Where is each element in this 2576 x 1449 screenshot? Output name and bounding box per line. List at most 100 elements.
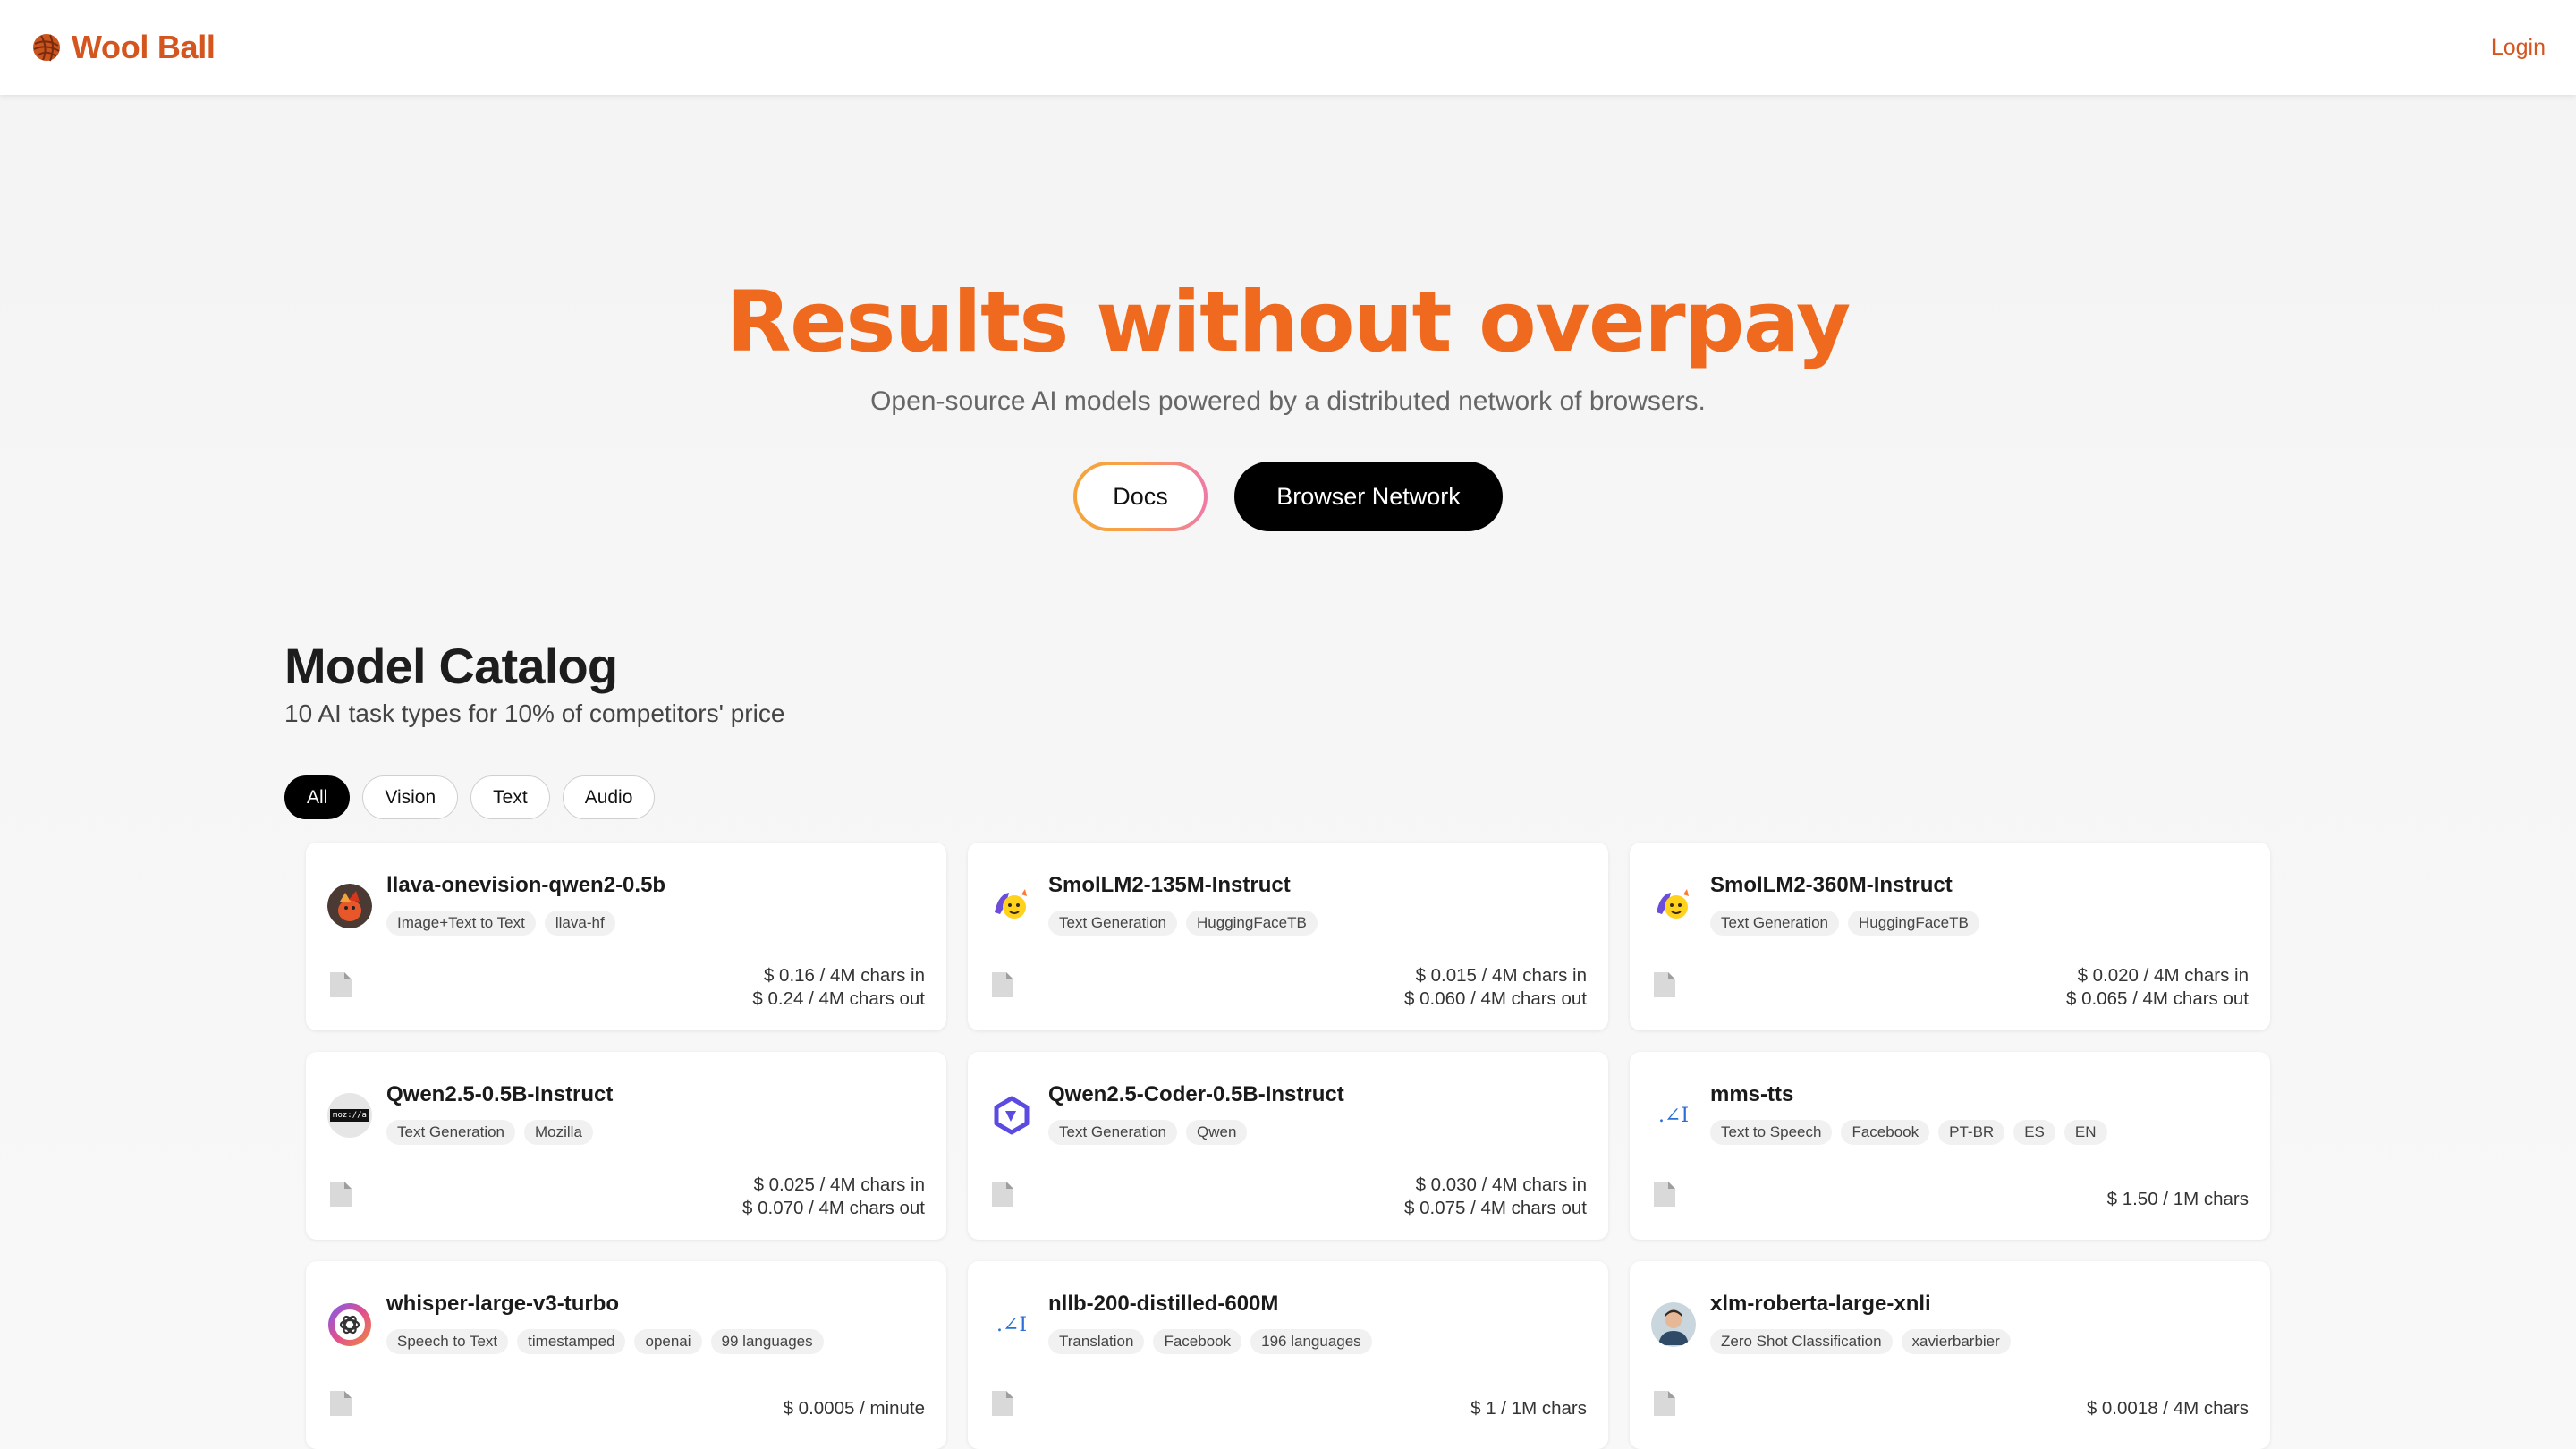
model-name: Qwen2.5-0.5B-Instruct <box>386 1082 614 1106</box>
price-line: $ 0.030 / 4M chars in <box>1415 1174 1587 1195</box>
brand-link[interactable]: Wool Ball <box>30 29 216 66</box>
price-line: $ 1 / 1M chars <box>1470 1398 1587 1419</box>
login-link[interactable]: Login <box>2491 35 2546 61</box>
model-price: $ 0.0018 / 4M chars <box>2087 1397 2249 1420</box>
document-icon[interactable] <box>1653 1390 1676 1417</box>
price-line: $ 1.50 / 1M chars <box>2106 1189 2249 1209</box>
document-icon[interactable] <box>991 971 1014 998</box>
document-icon[interactable] <box>991 1181 1014 1208</box>
price-line: $ 0.065 / 4M chars out <box>2066 988 2249 1009</box>
model-tag: EN <box>2063 1120 2107 1145</box>
filter-vision[interactable]: Vision <box>362 775 459 819</box>
filter-audio[interactable]: Audio <box>562 775 656 819</box>
model-grid: llava-onevision-qwen2-0.5b Image+Text to… <box>306 843 2270 1449</box>
model-price: $ 0.0005 / minute <box>784 1397 925 1420</box>
model-tag: HuggingFaceTB <box>1848 911 1979 936</box>
model-card[interactable]: .∠I nllb-200-distilled-600M Translation … <box>968 1261 1608 1449</box>
price-line: $ 0.24 / 4M chars out <box>752 988 925 1009</box>
price-line: $ 0.16 / 4M chars in <box>763 965 925 986</box>
docs-button[interactable]: Docs <box>1073 462 1208 531</box>
model-tag: HuggingFaceTB <box>1186 911 1318 936</box>
model-card[interactable]: SmolLM2-360M-Instruct Text Generation Hu… <box>1630 843 2270 1030</box>
model-price: $ 0.030 / 4M chars in $ 0.075 / 4M chars… <box>1404 1174 1587 1220</box>
model-name: nllb-200-distilled-600M <box>1048 1292 1279 1316</box>
document-icon[interactable] <box>329 971 352 998</box>
hero-title: Results without overpay <box>726 274 1851 371</box>
mozilla-avatar-icon: moz://a <box>327 1093 372 1138</box>
model-tag: Mozilla <box>524 1120 593 1145</box>
model-tag: Qwen <box>1186 1120 1248 1145</box>
price-line: $ 0.015 / 4M chars in <box>1415 965 1587 986</box>
model-tags: Text Generation HuggingFaceTB <box>1710 911 1979 936</box>
docs-button-label: Docs <box>1077 465 1204 528</box>
model-tag: Facebook <box>1153 1329 1242 1354</box>
model-tag: xavierbarbier <box>1901 1329 2011 1354</box>
qwen-avatar-icon <box>989 1093 1034 1138</box>
price-line: $ 0.070 / 4M chars out <box>742 1198 925 1218</box>
llava-avatar-icon <box>327 884 372 928</box>
browser-network-button[interactable]: Browser Network <box>1234 462 1503 531</box>
person-avatar-icon <box>1651 1302 1696 1347</box>
model-card[interactable]: xlm-roberta-large-xnli Zero Shot Classif… <box>1630 1261 2270 1449</box>
huggingface-avatar-icon <box>989 884 1034 928</box>
catalog-subtitle: 10 AI task types for 10% of competitors'… <box>284 699 785 727</box>
price-line: $ 0.020 / 4M chars in <box>2077 965 2249 986</box>
hero-subtitle: Open-source AI models powered by a distr… <box>870 386 1706 416</box>
filter-text[interactable]: Text <box>470 775 550 819</box>
model-card[interactable]: llava-onevision-qwen2-0.5b Image+Text to… <box>306 843 946 1030</box>
brand-name: Wool Ball <box>72 29 216 65</box>
document-icon[interactable] <box>329 1390 352 1417</box>
category-filters: All Vision Text Audio <box>284 775 656 819</box>
meta-ai-avatar-text: .∠I <box>1657 1104 1690 1127</box>
huggingface-avatar-icon <box>1651 884 1696 928</box>
document-icon[interactable] <box>991 1390 1014 1417</box>
model-tag: Text Generation <box>1710 911 1840 936</box>
price-line: $ 0.0018 / 4M chars <box>2086 1398 2249 1419</box>
model-name: mms-tts <box>1710 1082 1794 1106</box>
model-tags: Text to Speech Facebook PT-BR ES EN <box>1710 1120 2107 1145</box>
meta-ai-avatar-icon: .∠I <box>1651 1093 1696 1138</box>
model-tag: Facebook <box>1841 1120 1930 1145</box>
model-tags: Image+Text to Text llava-hf <box>386 911 615 936</box>
model-price: $ 0.025 / 4M chars in $ 0.070 / 4M chars… <box>742 1174 925 1220</box>
model-card[interactable]: SmolLM2-135M-Instruct Text Generation Hu… <box>968 843 1608 1030</box>
model-name: whisper-large-v3-turbo <box>386 1292 620 1316</box>
model-name: Qwen2.5-Coder-0.5B-Instruct <box>1048 1082 1344 1106</box>
meta-ai-avatar-text: .∠I <box>996 1313 1028 1336</box>
model-tag: PT-BR <box>1938 1120 2005 1145</box>
model-name: llava-onevision-qwen2-0.5b <box>386 873 666 897</box>
model-card[interactable]: whisper-large-v3-turbo Speech to Text ti… <box>306 1261 946 1449</box>
model-price: $ 0.015 / 4M chars in $ 0.060 / 4M chars… <box>1404 964 1587 1011</box>
model-card[interactable]: Qwen2.5-Coder-0.5B-Instruct Text Generat… <box>968 1052 1608 1240</box>
model-name: xlm-roberta-large-xnli <box>1710 1292 1931 1316</box>
model-tags: Zero Shot Classification xavierbarbier <box>1710 1329 2011 1354</box>
model-tags: Translation Facebook 196 languages <box>1048 1329 1372 1354</box>
model-tag: Text Generation <box>1048 1120 1178 1145</box>
model-tag: ES <box>2013 1120 2055 1145</box>
model-tag: Text Generation <box>386 1120 516 1145</box>
model-name: SmolLM2-360M-Instruct <box>1710 873 1953 897</box>
document-icon[interactable] <box>1653 1181 1676 1208</box>
model-tag: Text to Speech <box>1710 1120 1833 1145</box>
model-name: SmolLM2-135M-Instruct <box>1048 873 1291 897</box>
model-tag: timestamped <box>517 1329 626 1354</box>
model-card[interactable]: moz://a Qwen2.5-0.5B-Instruct Text Gener… <box>306 1052 946 1240</box>
model-tag: Speech to Text <box>386 1329 509 1354</box>
model-tags: Speech to Text timestamped openai 99 lan… <box>386 1329 824 1354</box>
model-tags: Text Generation HuggingFaceTB <box>1048 911 1318 936</box>
model-tags: Text Generation Qwen <box>1048 1120 1248 1145</box>
document-icon[interactable] <box>1653 971 1676 998</box>
mozilla-avatar-text: moz://a <box>330 1109 369 1122</box>
model-card[interactable]: .∠I mms-tts Text to Speech Facebook PT-B… <box>1630 1052 2270 1240</box>
filter-all[interactable]: All <box>284 775 351 819</box>
openai-avatar-icon <box>327 1302 372 1347</box>
model-tag: llava-hf <box>544 911 615 936</box>
model-tag: Image+Text to Text <box>386 911 536 936</box>
model-tag: openai <box>634 1329 702 1354</box>
wool-ball-logo-icon <box>33 34 60 62</box>
document-icon[interactable] <box>329 1181 352 1208</box>
catalog-title: Model Catalog <box>284 638 618 694</box>
meta-ai-avatar-icon: .∠I <box>989 1302 1034 1347</box>
price-line: $ 0.025 / 4M chars in <box>753 1174 925 1195</box>
price-line: $ 0.0005 / minute <box>783 1398 925 1419</box>
